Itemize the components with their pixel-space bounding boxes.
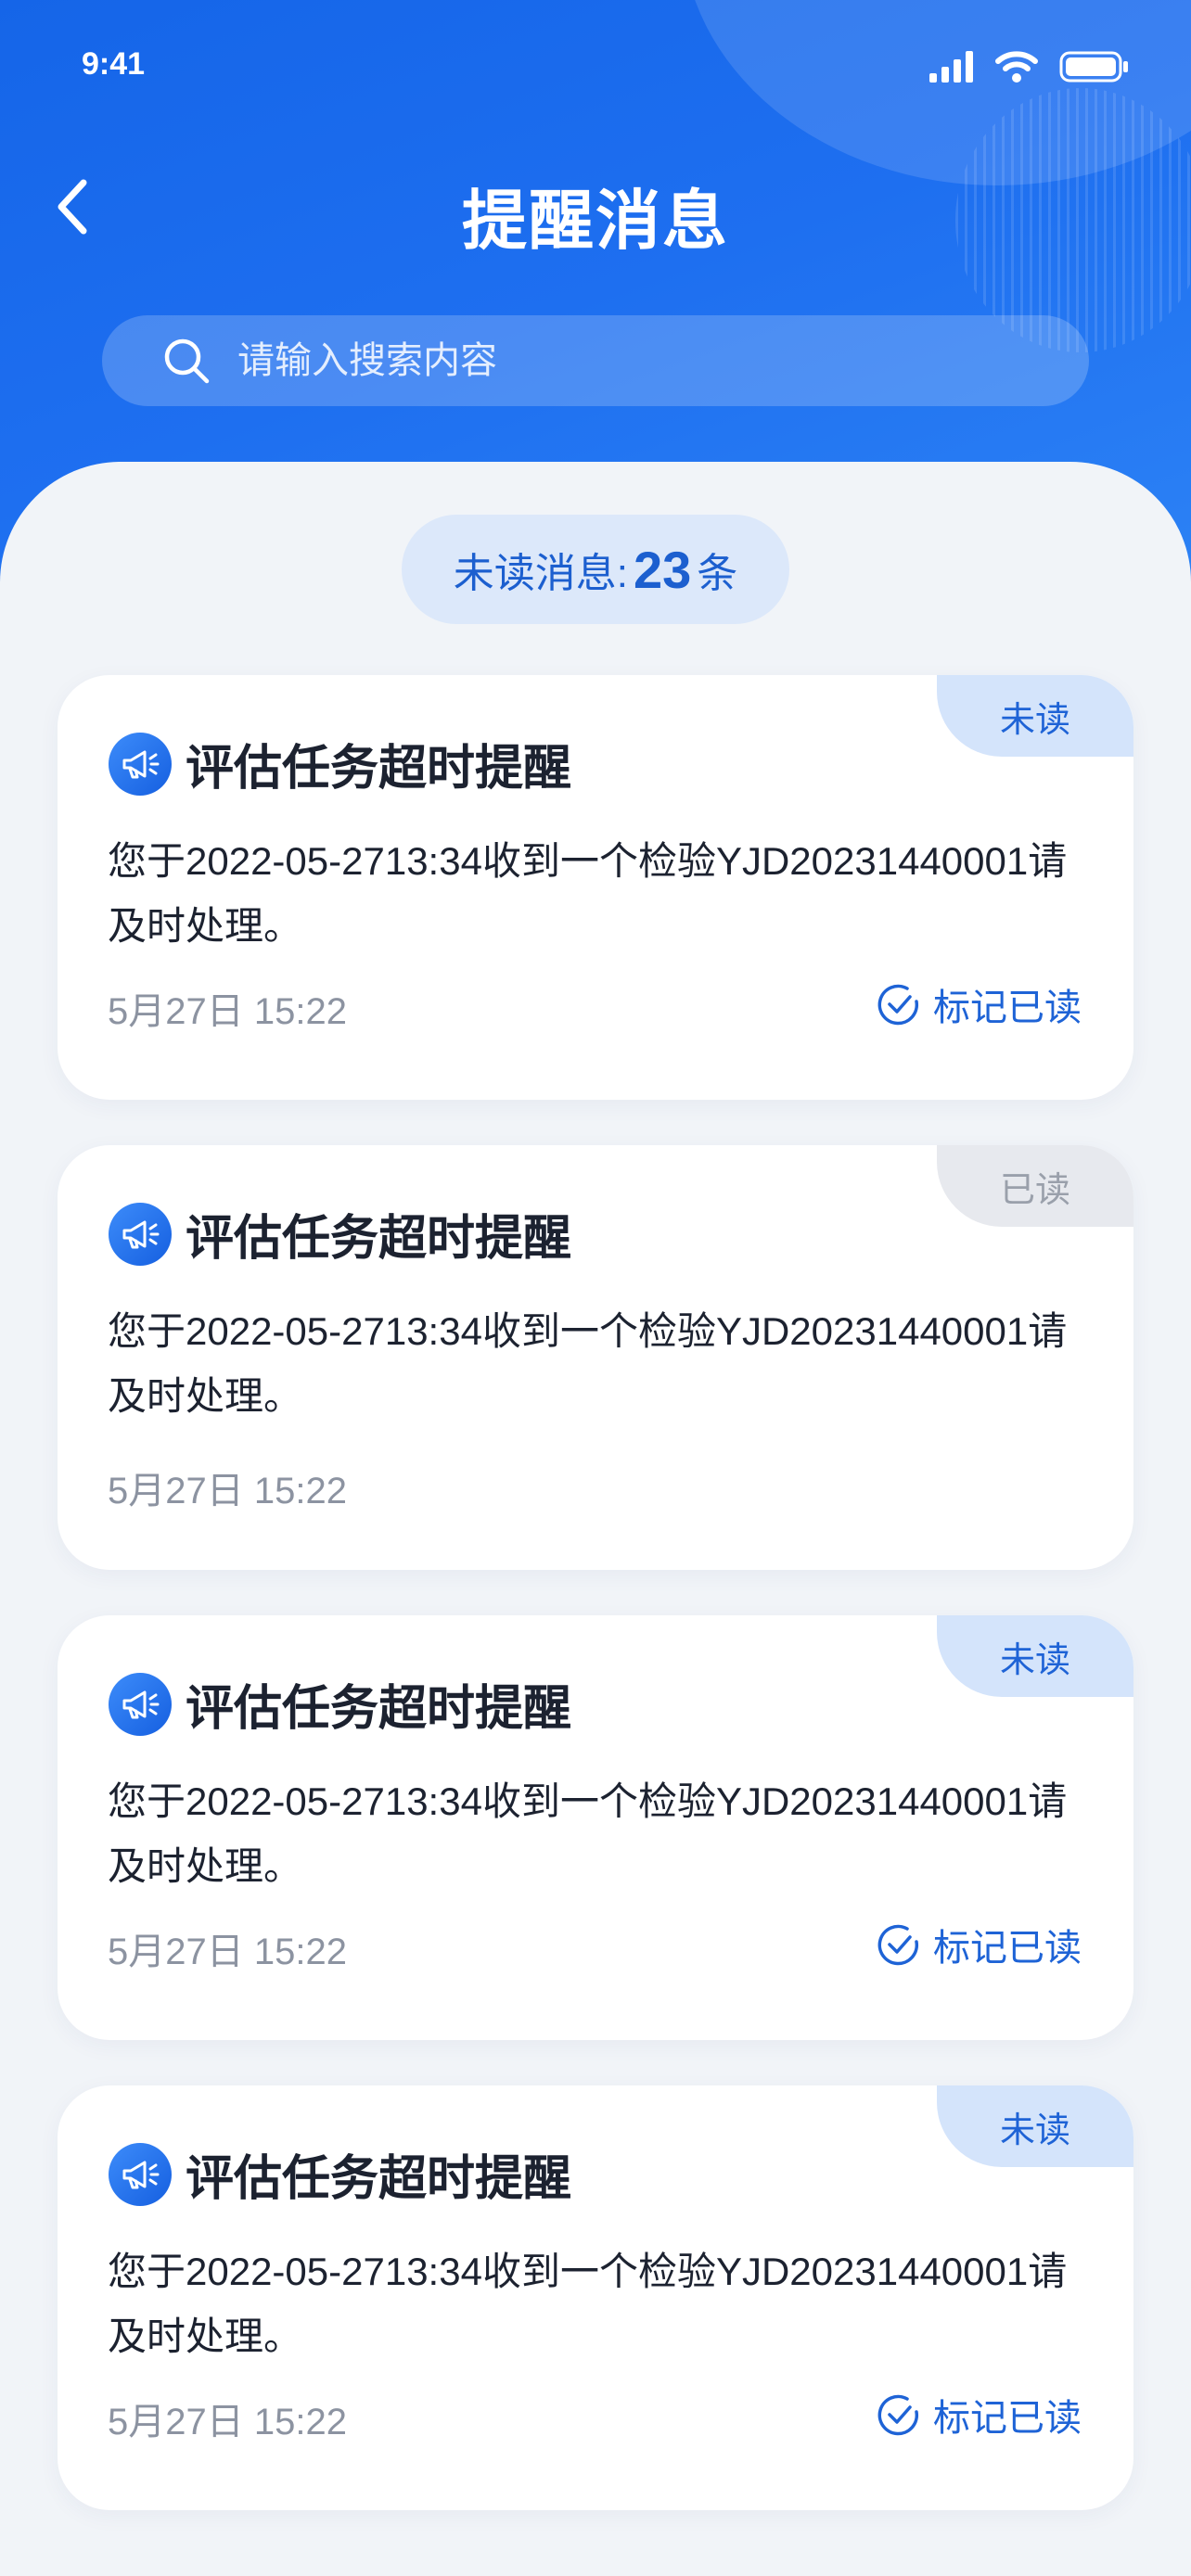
check-circle-icon [877,2394,919,2436]
page-title: 提醒消息 [462,185,729,257]
status-time: 9:41 [82,46,146,82]
message-body: 您于2022-05-2713:34收到一个检验YJD20231440001请及时… [108,1309,1068,1418]
message-card[interactable]: 未读 评估任务超时提醒 您于2022-05-2713:34收到一个检验YJD20… [58,2085,1133,2510]
check-circle-icon [877,1924,919,1966]
mark-read-label: 标记已读 [933,2398,1082,2439]
message-title: 评估任务超时提醒 [186,1212,572,1266]
megaphone-icon [109,2142,172,2206]
unread-count: 23 [633,540,692,599]
mark-read-button[interactable]: 标记已读 [876,977,1082,1031]
unread-unit: 条 [697,551,738,596]
message-body: 您于2022-05-2713:34收到一个检验YJD20231440001请及时… [108,2250,1068,2358]
unread-label: 未读消息: [453,551,628,596]
mark-read-label: 标记已读 [933,988,1082,1028]
check-circle-icon [877,984,919,1026]
status-badge: 已读 [937,1145,1133,1227]
message-time: 5月27日 15:22 [108,1471,347,1511]
mark-read-button[interactable]: 标记已读 [876,1918,1082,1971]
search-icon [164,338,210,384]
megaphone-icon [109,1672,172,1736]
wifi-icon [995,51,1038,83]
message-title: 评估任务超时提醒 [186,742,572,796]
status-badge: 未读 [937,2085,1133,2167]
message-title: 评估任务超时提醒 [186,2152,572,2206]
megaphone-icon [109,1202,172,1266]
message-card[interactable]: 已读 评估任务超时提醒 您于2022-05-2713:34收到一个检验YJD20… [58,1145,1133,1570]
mark-read-button[interactable]: 标记已读 [876,2388,1082,2442]
megaphone-icon [109,732,172,796]
message-body: 您于2022-05-2713:34收到一个检验YJD20231440001请及时… [108,1779,1068,1888]
search-bar[interactable] [102,315,1089,406]
message-body: 您于2022-05-2713:34收到一个检验YJD20231440001请及时… [108,839,1068,948]
message-card[interactable]: 未读 评估任务超时提醒 您于2022-05-2713:34收到一个检验YJD20… [58,1615,1133,2040]
search-input[interactable] [236,323,1089,399]
mark-read-label: 标记已读 [933,1928,1082,1969]
message-title: 评估任务超时提醒 [186,1682,572,1736]
message-time: 5月27日 15:22 [108,991,347,1032]
message-time: 5月27日 15:22 [108,2402,347,2442]
message-card[interactable]: 未读 评估任务超时提醒 您于2022-05-2713:34收到一个检验YJD20… [58,675,1133,1100]
status-badge: 未读 [937,1615,1133,1697]
message-time: 5月27日 15:22 [108,1932,347,1972]
status-icons [929,50,1130,83]
battery-icon [1059,51,1128,83]
status-bar: 9:41 [0,0,1191,130]
status-badge: 未读 [937,675,1133,757]
unread-count-pill: 未读消息: 23 条 [402,515,789,624]
signal-icon [929,51,973,83]
